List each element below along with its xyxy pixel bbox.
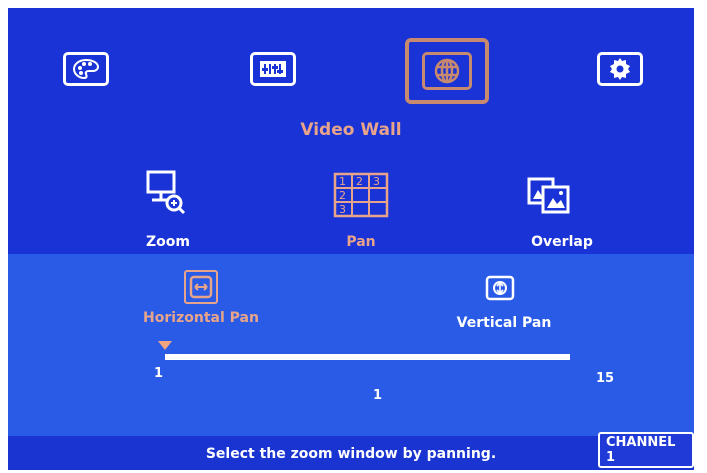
submenu-zoom[interactable] [146, 168, 190, 224]
osd-menu: Video Wall Zoom 1 2 3 2 3 Pan Overlap Ho… [8, 8, 694, 470]
menu-picture[interactable] [53, 42, 119, 96]
palette-icon [63, 52, 109, 86]
pan-grid-icon: 1 2 3 2 3 [333, 172, 389, 218]
submenu-label-zoom: Zoom [146, 234, 190, 250]
pan-slider[interactable] [158, 341, 570, 360]
overlap-icon [527, 177, 570, 214]
svg-text:2: 2 [356, 175, 363, 188]
menu-adjust[interactable] [240, 42, 306, 96]
adjust-icon [250, 52, 296, 86]
svg-text:1: 1 [339, 175, 346, 188]
submenu-label-pan: Pan [346, 234, 376, 250]
horizontal-pan-icon [189, 275, 213, 299]
menu-title: Video Wall [300, 120, 402, 140]
submenu-pan[interactable]: 1 2 3 2 3 [333, 172, 389, 218]
vertical-pan-icon [485, 275, 515, 301]
vertical-pan-label: Vertical Pan [456, 315, 552, 331]
vertical-pan-button[interactable] [484, 274, 516, 302]
slider-value: 1 [373, 388, 383, 403]
svg-text:2: 2 [339, 189, 346, 202]
horizontal-pan-label: Horizontal Pan [143, 310, 259, 326]
zoom-icon [146, 170, 186, 215]
slider-track [165, 354, 570, 360]
slider-max-label: 15 [596, 371, 615, 386]
gear-icon [597, 52, 643, 86]
submenu-overlap[interactable] [526, 176, 572, 216]
menu-video-wall[interactable] [405, 38, 489, 104]
menu-settings[interactable] [587, 42, 653, 96]
slider-thumb[interactable] [158, 341, 172, 350]
horizontal-pan-button[interactable] [184, 270, 218, 304]
status-message: Select the zoom window by panning. [205, 446, 497, 462]
svg-text:3: 3 [339, 203, 346, 216]
svg-text:3: 3 [373, 175, 380, 188]
globe-icon [422, 52, 472, 90]
submenu-label-overlap: Overlap [531, 234, 593, 250]
pan-settings-band [8, 254, 694, 436]
slider-min-label: 1 [154, 366, 164, 381]
